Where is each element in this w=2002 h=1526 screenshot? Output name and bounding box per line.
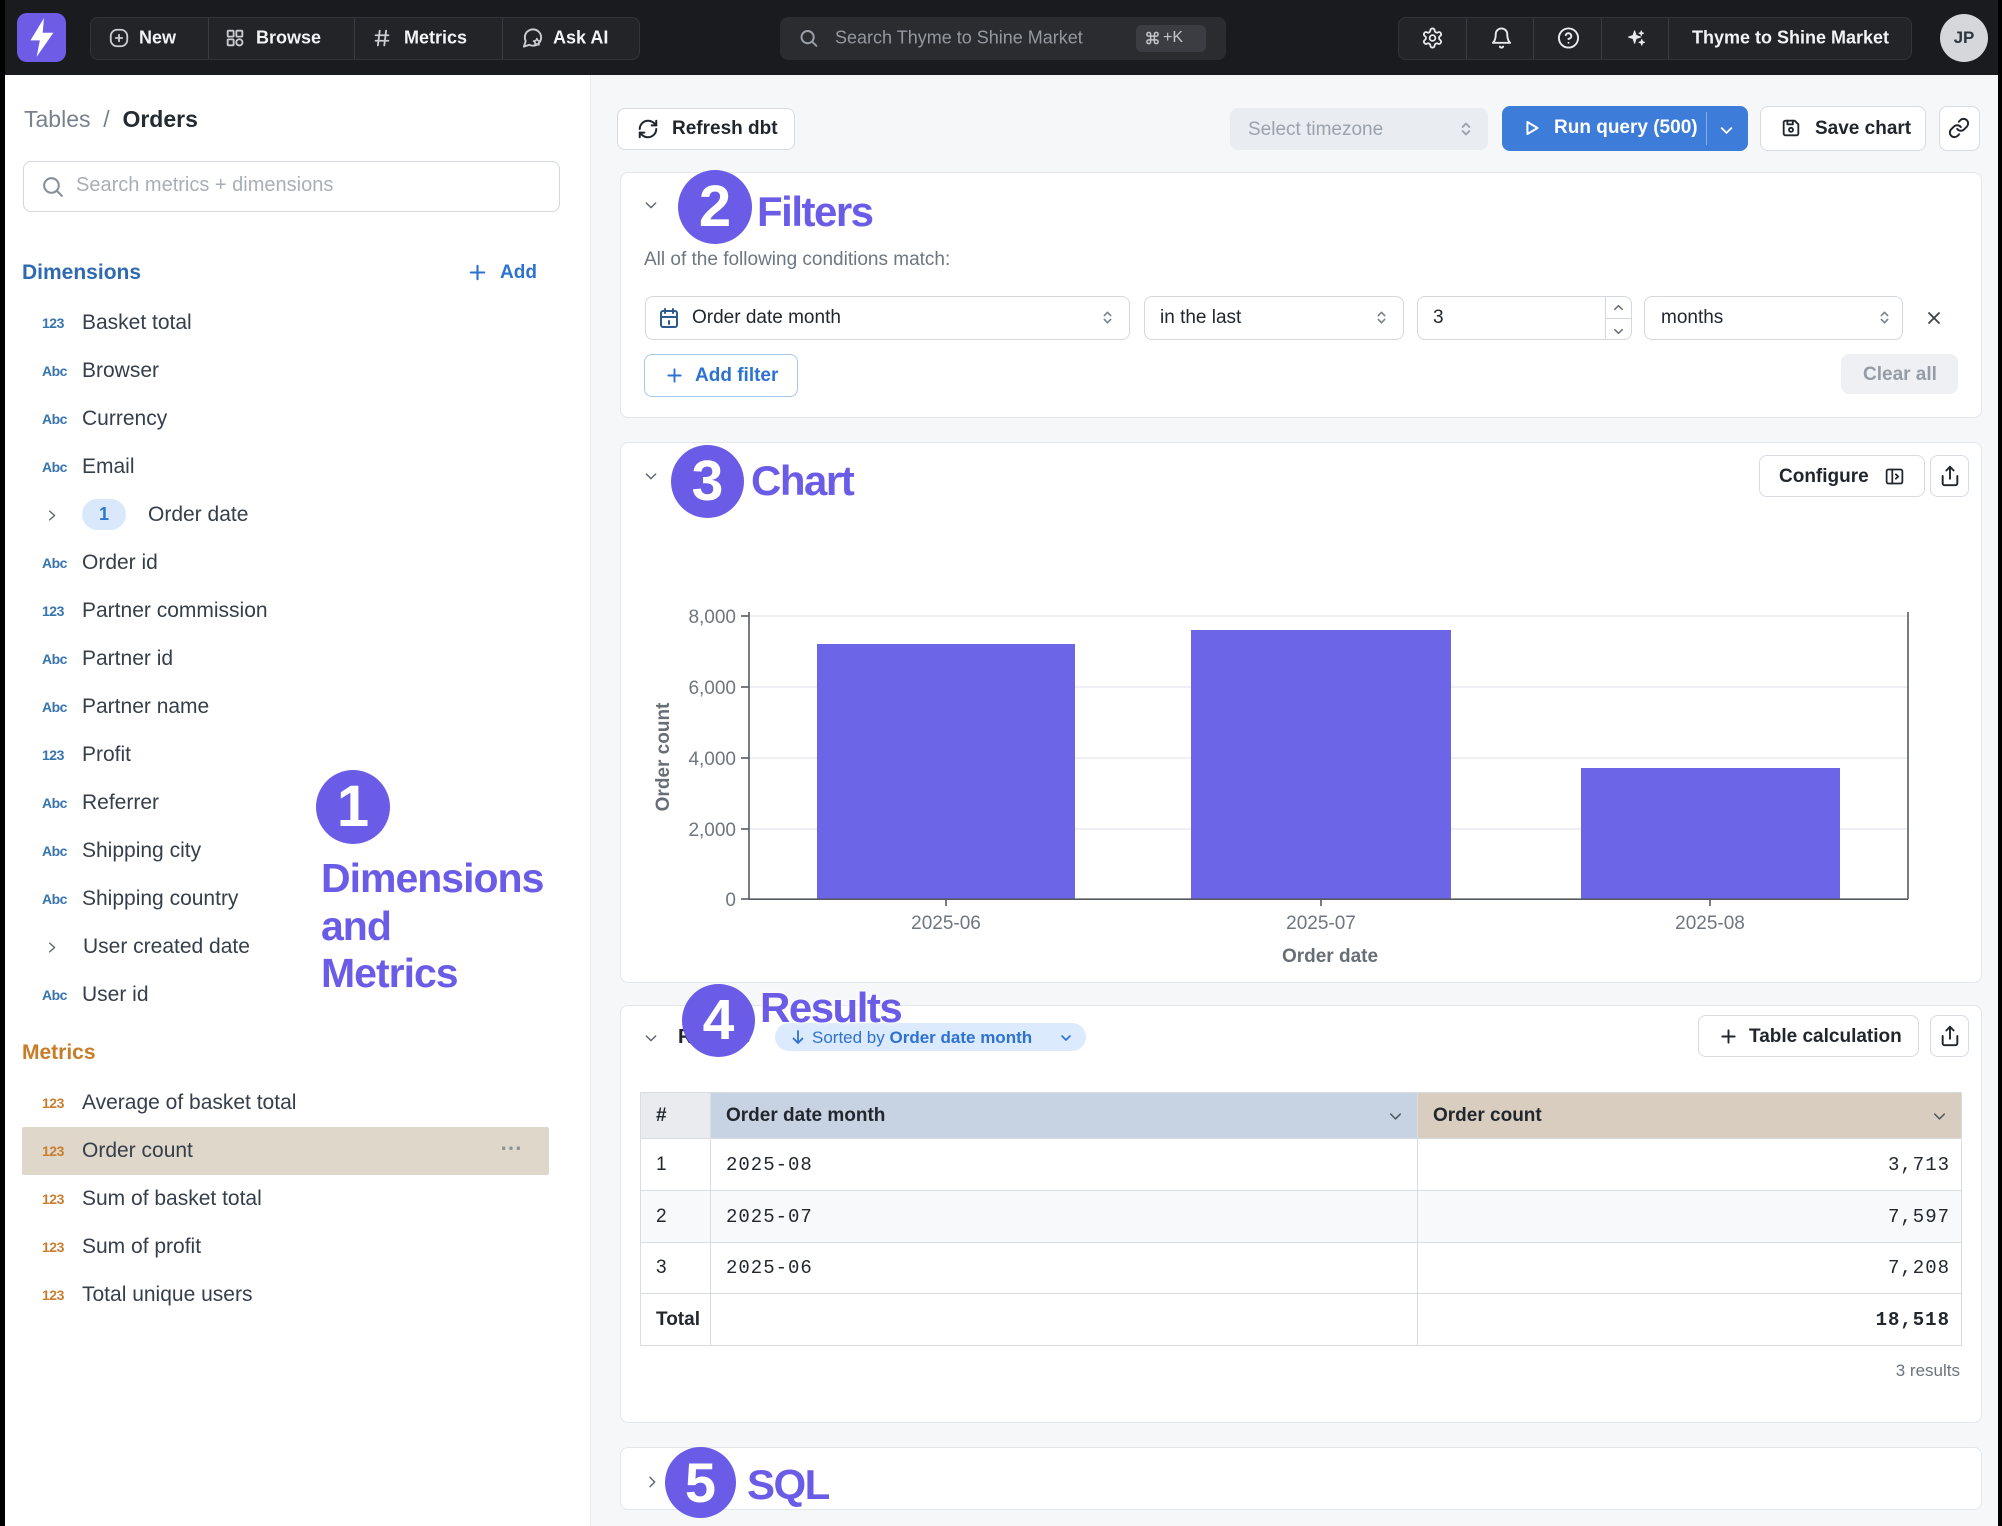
svg-text:0: 0 bbox=[725, 890, 736, 911]
svg-text:2025-06: 2025-06 bbox=[911, 913, 981, 934]
svg-text:8,000: 8,000 bbox=[688, 607, 736, 628]
svg-text:Order date: Order date bbox=[1282, 946, 1378, 967]
svg-text:Order count: Order count bbox=[653, 702, 674, 811]
svg-text:4,000: 4,000 bbox=[688, 749, 736, 770]
svg-text:2025-07: 2025-07 bbox=[1286, 913, 1356, 934]
svg-text:2025-08: 2025-08 bbox=[1675, 913, 1745, 934]
svg-text:2,000: 2,000 bbox=[688, 820, 736, 841]
svg-text:6,000: 6,000 bbox=[688, 678, 736, 699]
